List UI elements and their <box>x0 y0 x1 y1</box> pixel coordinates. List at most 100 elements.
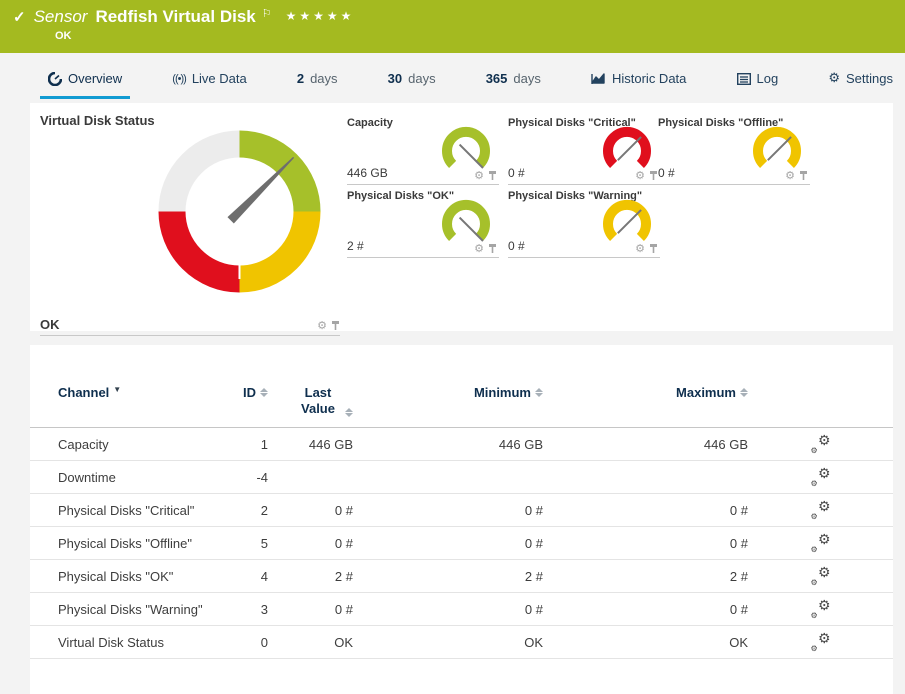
channel-table-panel: Channel ▼ ID Last Value Minimum Maximum <box>30 345 893 694</box>
tab-bar: Overview ((•)) Live Data 2 days 30 days … <box>40 62 901 99</box>
broadcast-icon: ((•)) <box>172 73 186 85</box>
gauge-settings-icon[interactable]: ⚙ <box>474 242 484 255</box>
channel-name: Physical Disks "Warning" <box>30 593 238 626</box>
tab-number: 365 <box>486 71 508 86</box>
column-header-minimum[interactable]: Minimum <box>353 377 543 428</box>
column-header-last-value[interactable]: Last Value <box>268 377 353 428</box>
gauge-settings-icon[interactable]: ⚙ <box>474 169 484 182</box>
channel-maximum: OK <box>543 626 748 659</box>
gauge-settings-icon[interactable]: ⚙ <box>635 169 645 182</box>
sort-icon[interactable] <box>535 385 543 397</box>
channel-settings-icon[interactable]: ⚙⚙ <box>811 533 831 551</box>
gauge-settings-icon[interactable]: ⚙ <box>635 242 645 255</box>
sensor-header-row: ✓ Sensor Redfish Virtual Disk ⚐ ★★★★★ <box>0 0 905 27</box>
channel-name: Virtual Disk Status <box>30 626 238 659</box>
channel-last-value: OK <box>268 626 353 659</box>
column-header-id[interactable]: ID <box>238 377 268 428</box>
tab-label: Log <box>757 71 779 86</box>
channel-name: Downtime <box>30 461 238 494</box>
column-header-maximum[interactable]: Maximum <box>543 377 748 428</box>
channel-settings-icon[interactable]: ⚙⚙ <box>811 500 831 518</box>
channel-id: 0 <box>238 626 268 659</box>
channel-settings-icon[interactable]: ⚙⚙ <box>811 434 831 452</box>
channel-settings-icon[interactable]: ⚙⚙ <box>811 566 831 584</box>
channel-last-value: 2 # <box>268 560 353 593</box>
tab-number: 30 <box>388 71 402 86</box>
gear-icon: ⚙ <box>828 70 840 86</box>
chart-icon <box>591 72 606 85</box>
gauge-icon <box>48 72 62 86</box>
flag-icon[interactable]: ⚐ <box>262 7 272 20</box>
gauge-value: 2 # <box>347 239 364 253</box>
channel-settings-icon[interactable]: ⚙⚙ <box>811 632 831 650</box>
overview-gauges-panel: Virtual Disk Status OK ⚙ Capac <box>30 103 893 331</box>
pin-icon[interactable] <box>488 243 497 254</box>
tab-live-data[interactable]: ((•)) Live Data <box>164 63 254 99</box>
gauge-title: Virtual Disk Status <box>40 113 155 128</box>
channel-id: 3 <box>238 593 268 626</box>
sensor-title: Redfish Virtual Disk <box>95 7 255 27</box>
channel-maximum: 2 # <box>543 560 748 593</box>
channel-minimum <box>353 461 543 494</box>
channel-minimum: 446 GB <box>353 428 543 461</box>
channel-minimum: OK <box>353 626 543 659</box>
tab-overview[interactable]: Overview <box>40 63 130 99</box>
tab-label: Settings <box>846 71 893 86</box>
channel-minimum: 0 # <box>353 527 543 560</box>
priority-stars[interactable]: ★★★★★ <box>286 7 355 23</box>
sort-icon[interactable] <box>740 385 748 397</box>
channel-last-value: 446 GB <box>268 428 353 461</box>
tab-30-days[interactable]: 30 days <box>380 63 444 99</box>
sort-icon[interactable] <box>260 385 268 397</box>
channel-maximum <box>543 461 748 494</box>
tab-log[interactable]: Log <box>729 63 787 99</box>
sort-icon[interactable] <box>345 405 353 417</box>
gauge-settings-icon[interactable]: ⚙ <box>785 169 795 182</box>
table-row-physical-disks-warning: Physical Disks "Warning" 3 0 # 0 # 0 # ⚙… <box>30 593 893 626</box>
channel-last-value: 0 # <box>268 527 353 560</box>
channel-minimum: 0 # <box>353 593 543 626</box>
gauge-settings-icon[interactable]: ⚙ <box>317 319 327 332</box>
channel-minimum: 2 # <box>353 560 543 593</box>
table-row-physical-disks-critical: Physical Disks "Critical" 2 0 # 0 # 0 # … <box>30 494 893 527</box>
tab-365-days[interactable]: 365 days <box>478 63 549 99</box>
channel-maximum: 0 # <box>543 494 748 527</box>
tab-label: days <box>408 71 435 86</box>
gauge-physical-disks-critical: Physical Disks "Critical" 0 # ⚙ <box>508 117 660 185</box>
channel-settings-icon[interactable]: ⚙⚙ <box>811 467 831 485</box>
channel-id: 1 <box>238 428 268 461</box>
channel-name: Capacity <box>30 428 238 461</box>
table-row-downtime: Downtime -4 ⚙⚙ <box>30 461 893 494</box>
object-kind-label: Sensor <box>34 7 88 27</box>
tab-label: Overview <box>68 71 122 86</box>
log-list-icon <box>737 73 751 85</box>
pin-icon[interactable] <box>649 170 658 181</box>
column-label: ID <box>243 385 256 400</box>
column-label: Maximum <box>676 385 736 400</box>
channel-settings-icon[interactable]: ⚙⚙ <box>811 599 831 617</box>
column-label: Minimum <box>474 385 531 400</box>
sort-desc-icon[interactable]: ▼ <box>113 385 121 394</box>
sensor-header: ✓ Sensor Redfish Virtual Disk ⚐ ★★★★★ OK <box>0 0 905 53</box>
status-badge: OK <box>55 30 905 42</box>
gauge-needle <box>618 137 641 160</box>
gauge-physical-disks-warning: Physical Disks "Warning" 0 # ⚙ <box>508 190 660 258</box>
gauge-physical-disks-offline: Physical Disks "Offline" 0 # ⚙ <box>658 117 810 185</box>
channel-minimum: 0 # <box>353 494 543 527</box>
pin-icon[interactable] <box>799 170 808 181</box>
pin-icon[interactable] <box>488 170 497 181</box>
tab-historic-data[interactable]: Historic Data <box>583 63 694 99</box>
gauge-value: 0 # <box>508 239 525 253</box>
column-header-channel[interactable]: Channel ▼ <box>30 377 238 428</box>
pin-icon[interactable] <box>649 243 658 254</box>
tab-settings[interactable]: ⚙ Settings <box>820 62 901 99</box>
tab-number: 2 <box>297 71 304 86</box>
tab-label: days <box>310 71 337 86</box>
table-row-physical-disks-ok: Physical Disks "OK" 4 2 # 2 # 2 # ⚙⚙ <box>30 560 893 593</box>
pin-icon[interactable] <box>331 320 340 331</box>
channel-maximum: 446 GB <box>543 428 748 461</box>
channel-name: Physical Disks "Critical" <box>30 494 238 527</box>
column-header-actions <box>748 377 893 428</box>
gauge-needle <box>618 210 641 233</box>
tab-2-days[interactable]: 2 days <box>289 63 346 99</box>
